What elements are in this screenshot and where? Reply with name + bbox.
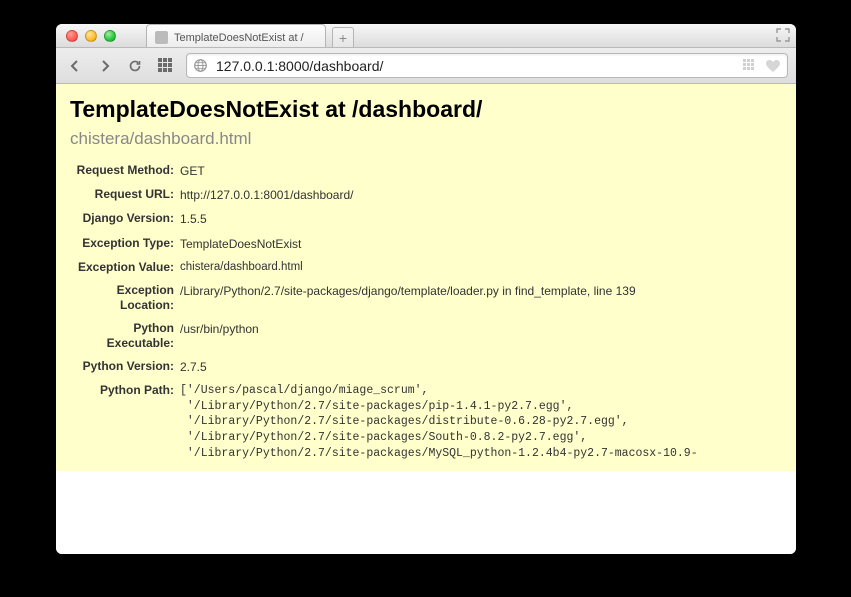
error-heading: TemplateDoesNotExist at /dashboard/ (70, 96, 782, 123)
zoom-window-button[interactable] (104, 30, 116, 42)
back-button[interactable] (64, 55, 86, 77)
meta-value: http://127.0.0.1:8001/dashboard/ (180, 183, 782, 207)
meta-label: Exception Location: (70, 279, 180, 317)
table-row: Python Executable: /usr/bin/python (70, 317, 782, 355)
python-path-pre: ['/Users/pascal/django/miage_scrum', '/L… (180, 383, 782, 461)
page-actions-icon[interactable] (743, 59, 757, 73)
table-row: Exception Location: /Library/Python/2.7/… (70, 279, 782, 317)
meta-value: 1.5.5 (180, 207, 782, 231)
meta-label: Python Path: (70, 379, 180, 465)
new-tab-button[interactable]: + (332, 27, 354, 47)
error-summary: TemplateDoesNotExist at /dashboard/ chis… (56, 84, 796, 471)
table-row: Exception Value: chistera/dashboard.html (70, 256, 782, 280)
table-row: Exception Type: TemplateDoesNotExist (70, 232, 782, 256)
address-bar[interactable]: 127.0.0.1:8000/dashboard/ (186, 53, 788, 78)
apps-grid-icon[interactable] (158, 58, 174, 74)
plus-icon: + (339, 31, 347, 45)
table-row: Python Path: ['/Users/pascal/django/miag… (70, 379, 782, 465)
meta-label: Request Method: (70, 159, 180, 183)
meta-value: TemplateDoesNotExist (180, 232, 782, 256)
browser-window: TemplateDoesNotExist at / + (56, 24, 796, 554)
favorite-icon[interactable] (765, 59, 781, 73)
error-subheading: chistera/dashboard.html (70, 129, 782, 149)
browser-tab[interactable]: TemplateDoesNotExist at / (146, 24, 326, 47)
omnibox-actions (743, 59, 781, 73)
error-meta-table: Request Method: GET Request URL: http://… (70, 159, 782, 465)
table-row: Request URL: http://127.0.0.1:8001/dashb… (70, 183, 782, 207)
globe-icon (193, 58, 208, 73)
favicon-icon (155, 31, 168, 44)
tabstrip: TemplateDoesNotExist at / + (146, 24, 354, 47)
table-row: Python Version: 2.7.5 (70, 355, 782, 379)
titlebar: TemplateDoesNotExist at / + (56, 24, 796, 48)
meta-label: Exception Value: (70, 256, 180, 280)
meta-label: Python Version: (70, 355, 180, 379)
reload-button[interactable] (124, 55, 146, 77)
forward-button[interactable] (94, 55, 116, 77)
meta-label: Request URL: (70, 183, 180, 207)
meta-label: Exception Type: (70, 232, 180, 256)
table-row: Django Version: 1.5.5 (70, 207, 782, 231)
url-text: 127.0.0.1:8000/dashboard/ (216, 58, 383, 74)
meta-label: Python Executable: (70, 317, 180, 355)
meta-value: chistera/dashboard.html (180, 256, 782, 280)
meta-value: /usr/bin/python (180, 317, 782, 355)
meta-value: ['/Users/pascal/django/miage_scrum', '/L… (180, 379, 782, 465)
meta-value: /Library/Python/2.7/site-packages/django… (180, 279, 782, 317)
minimize-window-button[interactable] (85, 30, 97, 42)
tab-title: TemplateDoesNotExist at / (174, 32, 304, 44)
meta-label: Django Version: (70, 207, 180, 231)
table-row: Request Method: GET (70, 159, 782, 183)
close-window-button[interactable] (66, 30, 78, 42)
expand-window-icon[interactable] (776, 28, 790, 42)
django-error-page: TemplateDoesNotExist at /dashboard/ chis… (56, 84, 796, 471)
meta-value: 2.7.5 (180, 355, 782, 379)
meta-value: GET (180, 159, 782, 183)
page-viewport[interactable]: TemplateDoesNotExist at /dashboard/ chis… (56, 84, 796, 554)
window-controls (66, 30, 116, 42)
toolbar: 127.0.0.1:8000/dashboard/ (56, 48, 796, 84)
